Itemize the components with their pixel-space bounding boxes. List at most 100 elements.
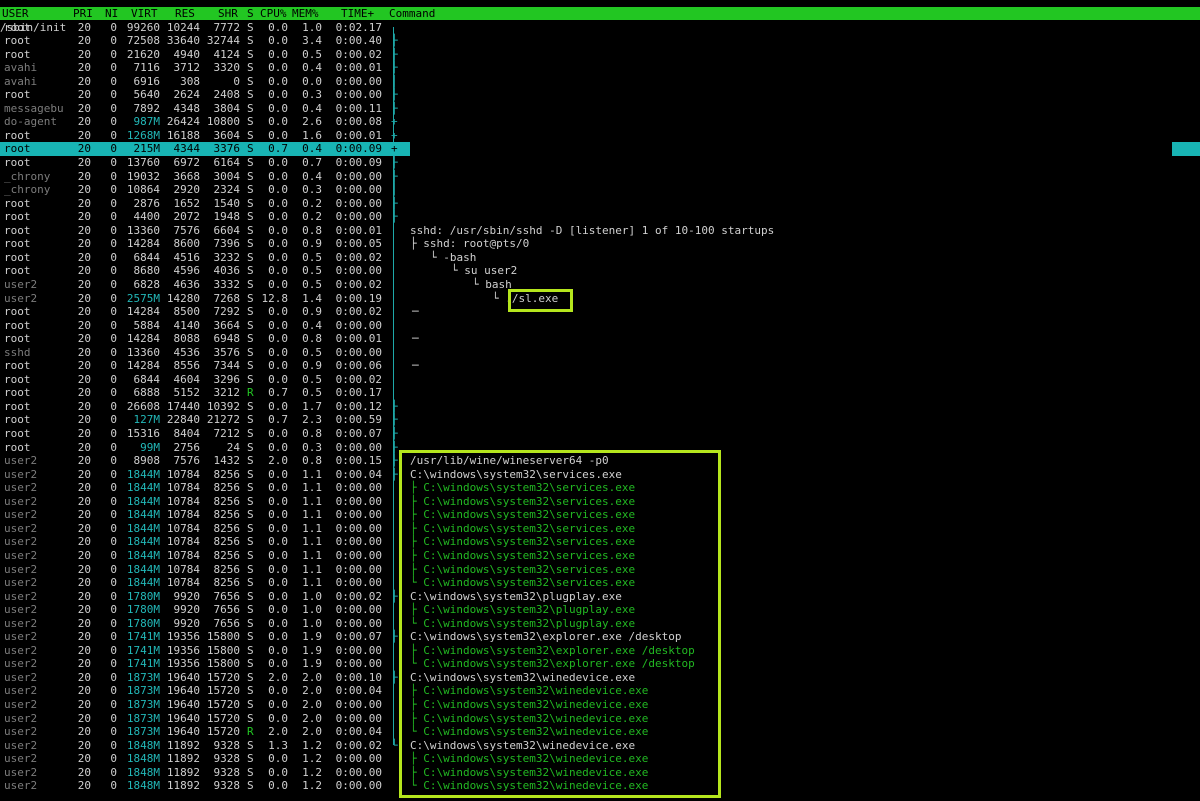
tree-branch: ├ bbox=[391, 101, 398, 115]
pri-cell: 20 bbox=[77, 548, 91, 562]
process-row[interactable]: root 20 0 13760 6972 6164 S 0.0 0.7 0:00.09 ├ bbox=[0, 156, 1200, 170]
pri-cell: 20 bbox=[77, 250, 91, 264]
process-row[interactable]: root 20 0 6888 5152 3212 R 0.7 0.5 0:00.17 bbox=[0, 386, 1200, 400]
time-cell: 0:00.00 bbox=[335, 508, 382, 522]
col-command[interactable]: Command bbox=[389, 7, 435, 20]
user-cell: user2 bbox=[4, 481, 38, 495]
process-row[interactable]: root 20 0 14284 8556 7344 S 0.0 0.9 0:00.06 ─ bbox=[0, 359, 1200, 373]
process-row[interactable]: root 20 0 15316 8404 7212 S 0.0 0.8 0:00.07 ├ bbox=[0, 427, 1200, 441]
process-row[interactable]: root 20 0 1268M 16188 3604 S 0.0 1.6 0:00.01 + bbox=[0, 129, 1200, 143]
res-cell: 3712 bbox=[173, 61, 201, 75]
col-cpu[interactable]: CPU% bbox=[260, 7, 287, 20]
state-cell: S bbox=[247, 399, 254, 413]
process-row[interactable]: root 20 0 14284 8600 7396 S 0.0 0.9 0:00.05 ├ sshd… bbox=[0, 237, 1200, 251]
res-cell: 4596 bbox=[173, 264, 201, 278]
pri-cell: 20 bbox=[77, 616, 91, 630]
mem-cell: 2.0 bbox=[302, 670, 322, 684]
shr-cell: 0 bbox=[233, 74, 240, 88]
process-row[interactable]: root 20 0 2876 1652 1540 S 0.0 0.2 0:00.00 ├ bbox=[0, 197, 1200, 211]
pri-cell: 20 bbox=[77, 386, 91, 400]
process-row[interactable]: root 20 0 21620 4940 4124 S 0.0 0.5 0:00.02 ├ bbox=[0, 48, 1200, 62]
ni-cell: 0 bbox=[110, 115, 117, 129]
process-row[interactable]: user2 20 0 6828 4636 3332 S 0.0 0.5 0:00.02 └ bash bbox=[0, 278, 1200, 292]
user-cell: root bbox=[4, 250, 31, 264]
pri-cell: 20 bbox=[77, 196, 91, 210]
user-cell: user2 bbox=[4, 738, 38, 752]
mem-cell: 1.9 bbox=[302, 643, 322, 657]
process-row[interactable]: user2 20 0 2575M 14280 7268 S 12.8 1.4 0:00.19 └ .… bbox=[0, 292, 1200, 306]
time-cell: 0:00.40 bbox=[335, 34, 382, 48]
process-row[interactable]: root 20 0 72508 33640 32744 S 0.0 3.4 0:00.40 ├ bbox=[0, 34, 1200, 48]
process-row[interactable]: root 20 0 6844 4516 3232 S 0.0 0.5 0:00.02 └ -bash bbox=[0, 251, 1200, 265]
col-mem[interactable]: MEM% bbox=[292, 7, 319, 20]
col-shr[interactable]: SHR bbox=[218, 7, 238, 20]
mem-cell: 0.5 bbox=[302, 345, 322, 359]
mem-cell: 0.2 bbox=[302, 196, 322, 210]
user-cell: user2 bbox=[4, 277, 38, 291]
col-state[interactable]: S bbox=[247, 7, 254, 20]
time-cell: 0:00.02 bbox=[335, 277, 382, 291]
virt-cell: 26608 bbox=[126, 399, 160, 413]
time-cell: 0:00.00 bbox=[335, 643, 382, 657]
col-time[interactable]: TIME+ bbox=[341, 7, 374, 20]
process-row[interactable]: root 20 0 8680 4596 4036 S 0.0 0.5 0:00.00 └ su us… bbox=[0, 264, 1200, 278]
process-row[interactable]: root 20 0 4400 2072 1948 S 0.0 0.2 0:00.00 ├ bbox=[0, 210, 1200, 224]
virt-cell: 1741M bbox=[126, 630, 160, 644]
process-row[interactable]: _chrony 20 0 10864 2920 2324 S 0.0 0.3 0:00.00 │ bbox=[0, 183, 1200, 197]
col-ni[interactable]: NI bbox=[105, 7, 118, 20]
res-cell: 10784 bbox=[166, 562, 200, 576]
process-row[interactable]: root 20 0 14284 8500 7292 S 0.0 0.9 0:00.02 ─ bbox=[0, 305, 1200, 319]
res-cell: 10784 bbox=[166, 535, 200, 549]
process-row[interactable]: root 20 0 215M 4344 3376 S 0.7 0.4 0:00.09 + bbox=[0, 142, 1200, 156]
cpu-cell: 0.0 bbox=[268, 467, 288, 481]
state-cell: S bbox=[247, 359, 254, 373]
res-cell: 308 bbox=[180, 74, 200, 88]
ni-cell: 0 bbox=[110, 698, 117, 711]
cpu-cell: 2.0 bbox=[268, 725, 288, 739]
tree-branch: ├ bbox=[391, 156, 398, 169]
pri-cell: 20 bbox=[77, 752, 91, 766]
col-virt[interactable]: VIRT bbox=[131, 7, 158, 20]
process-row[interactable]: root 20 0 127M 22840 21272 S 0.7 2.3 0:00.59 ├ bbox=[0, 413, 1200, 427]
ni-cell: 0 bbox=[110, 535, 117, 549]
virt-cell: 2575M bbox=[126, 291, 160, 305]
state-cell: S bbox=[247, 237, 254, 251]
virt-cell: 987M bbox=[133, 115, 161, 129]
col-res[interactable]: RES bbox=[175, 7, 195, 20]
mem-cell: 1.2 bbox=[302, 752, 322, 766]
time-cell: 0:00.00 bbox=[335, 562, 382, 576]
virt-cell: 1780M bbox=[126, 603, 160, 617]
col-pri[interactable]: PRI bbox=[73, 7, 93, 20]
col-user[interactable]: USER bbox=[2, 7, 29, 20]
state-cell: R bbox=[247, 725, 254, 739]
process-row[interactable]: avahi 20 0 7116 3712 3320 S 0.0 0.4 0:00.01 ├ bbox=[0, 61, 1200, 75]
command-cell: └ bash bbox=[472, 277, 512, 291]
pri-cell: 20 bbox=[77, 765, 91, 779]
cpu-cell: 0.0 bbox=[268, 779, 288, 793]
state-cell: S bbox=[247, 34, 254, 48]
shr-cell: 21272 bbox=[206, 413, 240, 427]
process-row[interactable]: root 20 0 14284 8088 6948 S 0.0 0.8 0:00.01 ─ bbox=[0, 332, 1200, 346]
shr-cell: 32744 bbox=[206, 34, 240, 48]
process-row[interactable]: avahi 20 0 6916 308 0 S 0.0 0.0 0:00.00 │ bbox=[0, 75, 1200, 89]
tree-branch: │ bbox=[391, 74, 398, 88]
pri-cell: 20 bbox=[77, 277, 91, 291]
virt-cell: 7892 bbox=[133, 101, 161, 115]
cpu-cell: 0.0 bbox=[268, 237, 288, 251]
command-cell: sshd: /usr/sbin/sshd -D [listener] 1 of … bbox=[410, 223, 775, 237]
process-row[interactable]: sshd 20 0 13360 4536 3576 S 0.0 0.5 0:00.00 bbox=[0, 346, 1200, 360]
process-row[interactable]: root 20 0 26608 17440 10392 S 0.0 1.7 0:00.12 ├ bbox=[0, 400, 1200, 414]
process-row[interactable]: root 20 0 13360 7576 6604 S 0.0 0.8 0:00.01 sshd: … bbox=[0, 224, 1200, 238]
process-row[interactable]: _chrony 20 0 19032 3668 3004 S 0.0 0.4 0:00.00 ├ bbox=[0, 170, 1200, 184]
process-row[interactable]: root 20 0 5640 2624 2408 S 0.0 0.3 0:00.00 ├ bbox=[0, 88, 1200, 102]
process-row[interactable]: root 20 0 5884 4140 3664 S 0.0 0.4 0:00.00 bbox=[0, 319, 1200, 333]
user-cell: root bbox=[4, 332, 31, 346]
process-row[interactable]: root 20 0 6844 4604 3296 S 0.0 0.5 0:00.02 bbox=[0, 373, 1200, 387]
process-row[interactable]: messagebu 20 0 7892 4348 3804 S 0.0 0.4 0:00.11 ├ bbox=[0, 102, 1200, 116]
virt-cell: 1844M bbox=[126, 562, 160, 576]
process-row[interactable]: do-agent 20 0 987M 26424 10800 S 0.0 2.6 0:00.08 + bbox=[0, 115, 1200, 129]
state-cell: S bbox=[247, 61, 254, 75]
cpu-cell: 12.8 bbox=[261, 291, 289, 305]
process-row[interactable]: root 20 0 99260 10244 7772 S 0.0 1.0 0:02.17/sbin… bbox=[0, 21, 1200, 35]
tree-branch: ├ bbox=[391, 88, 398, 102]
